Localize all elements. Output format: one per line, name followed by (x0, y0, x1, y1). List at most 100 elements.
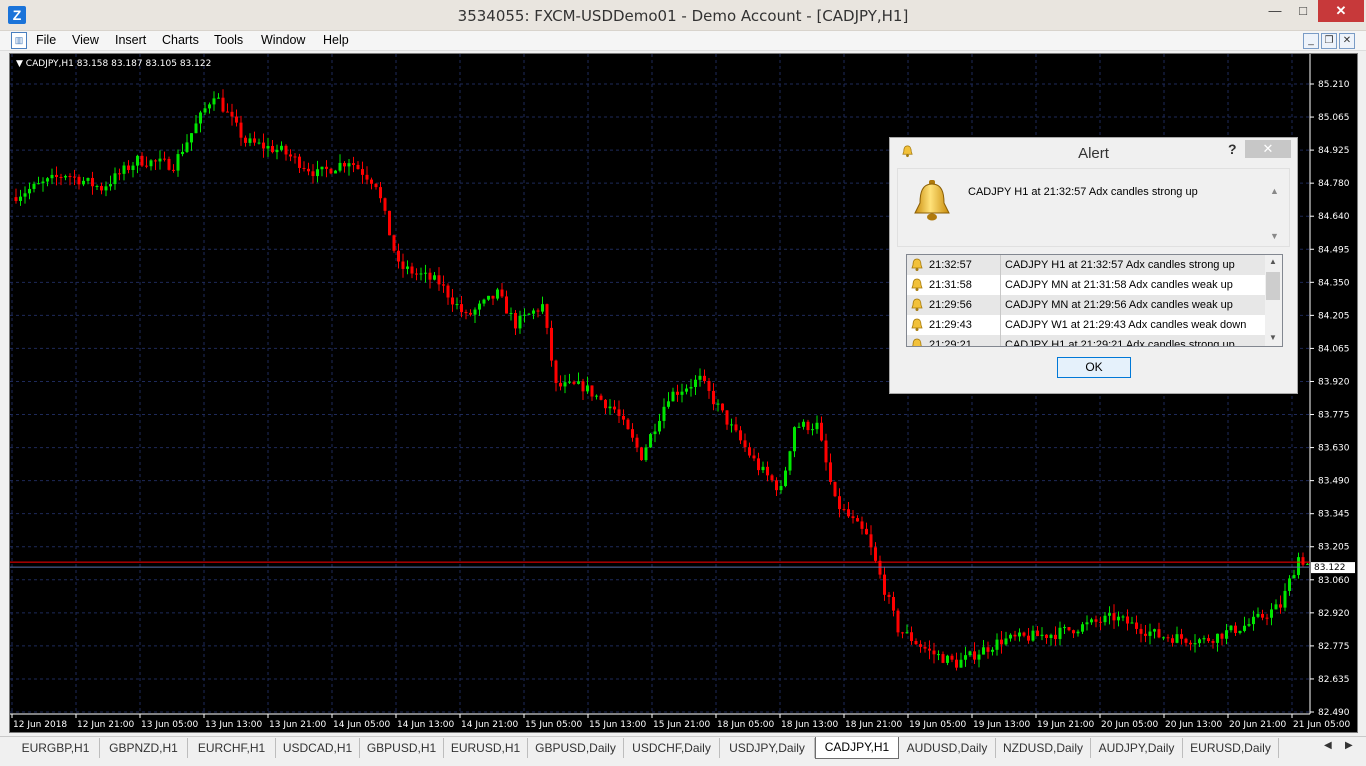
candle-body (293, 156, 297, 158)
message-scroll-up[interactable]: ▲ (1270, 186, 1279, 196)
candle-body (806, 421, 810, 431)
candle-body (496, 289, 499, 299)
candle-body (464, 312, 468, 314)
candle-body (955, 659, 958, 668)
tab-gbpusd-h1[interactable]: GBPUSD,H1 (360, 738, 444, 758)
message-scroll-down[interactable]: ▼ (1270, 231, 1279, 241)
candle-body (887, 594, 891, 597)
candle-body (500, 289, 504, 297)
candle-body (991, 649, 994, 652)
price-label: 84.495 (1318, 245, 1350, 255)
candle-body (325, 166, 328, 169)
candle-body (820, 422, 823, 441)
chart-restore-button[interactable]: ❐ (1321, 33, 1337, 49)
candle-body (424, 272, 427, 274)
maximize-button[interactable]: □ (1290, 0, 1316, 22)
ok-button[interactable]: OK (1057, 357, 1131, 378)
tab-audusd-daily[interactable]: AUDUSD,Daily (899, 738, 996, 758)
chart-minimize-button[interactable]: _ (1303, 33, 1319, 49)
candle-body (136, 155, 139, 166)
price-label: 84.925 (1318, 146, 1350, 156)
candle-body (554, 360, 558, 383)
candle-body (662, 406, 666, 421)
tabs-scroll-right[interactable]: ▶ (1345, 740, 1353, 751)
candle-body (149, 160, 153, 167)
list-scroll-down[interactable]: ▼ (1269, 333, 1277, 342)
candle-body (1112, 613, 1116, 621)
chart-document-icon[interactable]: ▥ (11, 32, 27, 49)
time-label: 14 Jun 13:00 (397, 720, 454, 730)
candle-body (280, 145, 283, 150)
tab-audjpy-daily[interactable]: AUDJPY,Daily (1091, 738, 1183, 758)
price-label: 83.630 (1318, 444, 1350, 454)
menu-tools[interactable]: Tools (214, 33, 243, 47)
time-label: 13 Jun 05:00 (141, 720, 198, 730)
help-button[interactable]: ? (1228, 141, 1237, 157)
tab-cadjpy-h1[interactable]: CADJPY,H1 (815, 737, 899, 759)
window-title: 3534055: FXCM-USDDemo01 - Demo Account -… (457, 7, 909, 25)
candle-body (766, 466, 769, 476)
tab-usdcad-h1[interactable]: USDCAD,H1 (276, 738, 360, 758)
tab-eurchf-h1[interactable]: EURCHF,H1 (188, 738, 276, 758)
candle-body (730, 424, 733, 426)
alert-row-time: 21:29:21 (929, 339, 972, 347)
time-label: 18 Jun 21:00 (845, 720, 902, 730)
candle-body (1018, 632, 1021, 637)
alert-row[interactable]: 21:29:56 CADJPY MN at 21:29:56 Adx candle… (907, 295, 1265, 315)
tab-eurusd-h1[interactable]: EURUSD,H1 (444, 738, 528, 758)
alert-history-list[interactable]: 21:29:21 CADJPY H1 at 21:29:21 Adx candle… (906, 254, 1283, 347)
tab-gbpnzd-h1[interactable]: GBPNZD,H1 (100, 738, 188, 758)
candle-body (905, 632, 909, 634)
candle-body (239, 122, 243, 138)
candle-body (167, 158, 171, 170)
menu-view[interactable]: View (72, 33, 99, 47)
candle-body (1153, 629, 1156, 632)
candle-body (361, 169, 364, 175)
alert-close-button[interactable]: ✕ (1245, 140, 1291, 158)
candle-body (815, 422, 819, 430)
tabs-scroll-left[interactable]: ◀ (1324, 740, 1332, 751)
close-button[interactable]: ✕ (1318, 0, 1364, 22)
menu-insert[interactable]: Insert (115, 33, 146, 47)
title-bar: Z 3534055: FXCM-USDDemo01 - Demo Account… (0, 0, 1366, 31)
alert-row[interactable]: 21:31:58 CADJPY MN at 21:31:58 Adx candle… (907, 275, 1265, 295)
candle-body (1103, 615, 1107, 623)
alert-list-scrollbar[interactable]: ▲ ▼ (1265, 255, 1282, 346)
candle-body (1175, 634, 1179, 643)
candle-body (802, 421, 805, 427)
tab-usdchf-daily[interactable]: USDCHF,Daily (624, 738, 720, 758)
menu-file[interactable]: File (36, 33, 56, 47)
tab-gbpusd-daily[interactable]: GBPUSD,Daily (528, 738, 624, 758)
menu-window[interactable]: Window (261, 33, 305, 47)
list-scroll-up[interactable]: ▲ (1269, 257, 1277, 266)
tab-usdjpy-daily[interactable]: USDJPY,Daily (720, 738, 815, 758)
candle-body (631, 429, 634, 438)
candle-body (433, 275, 436, 280)
tab-eurusd-daily[interactable]: EURUSD,Daily (1183, 738, 1279, 758)
alert-row[interactable]: 21:29:21 CADJPY H1 at 21:29:21 Adx candle… (907, 335, 1265, 347)
alert-row[interactable]: 21:32:57 CADJPY H1 at 21:32:57 Adx candle… (907, 255, 1265, 275)
time-label: 18 Jun 13:00 (781, 720, 838, 730)
candle-body (1220, 633, 1224, 639)
list-scroll-thumb[interactable] (1266, 272, 1280, 300)
candle-body (658, 420, 661, 432)
chart-close-button[interactable]: ✕ (1339, 33, 1355, 49)
candle-body (869, 534, 873, 548)
candle-body (959, 659, 963, 668)
menu-charts[interactable]: Charts (162, 33, 199, 47)
menu-help[interactable]: Help (323, 33, 349, 47)
price-label: 85.065 (1318, 113, 1350, 123)
tab-eurgbp-h1[interactable]: EURGBP,H1 (12, 738, 100, 758)
candle-body (140, 155, 144, 166)
chart-header-arrow-icon[interactable]: ▼ (16, 59, 23, 69)
alert-row-message: CADJPY H1 at 21:32:57 Adx candles strong… (1000, 255, 1235, 275)
candle-body (1288, 578, 1291, 591)
alert-titlebar[interactable]: Alert ? ✕ (890, 138, 1297, 167)
tab-nzdusd-daily[interactable]: NZDUSD,Daily (996, 738, 1091, 758)
minimize-button[interactable]: — (1262, 0, 1288, 22)
candle-body (172, 169, 175, 171)
candle-body (1292, 575, 1296, 579)
alert-row[interactable]: 21:29:43 CADJPY W1 at 21:29:43 Adx candle… (907, 315, 1265, 335)
candle-body (923, 646, 927, 649)
candle-body (392, 235, 396, 251)
